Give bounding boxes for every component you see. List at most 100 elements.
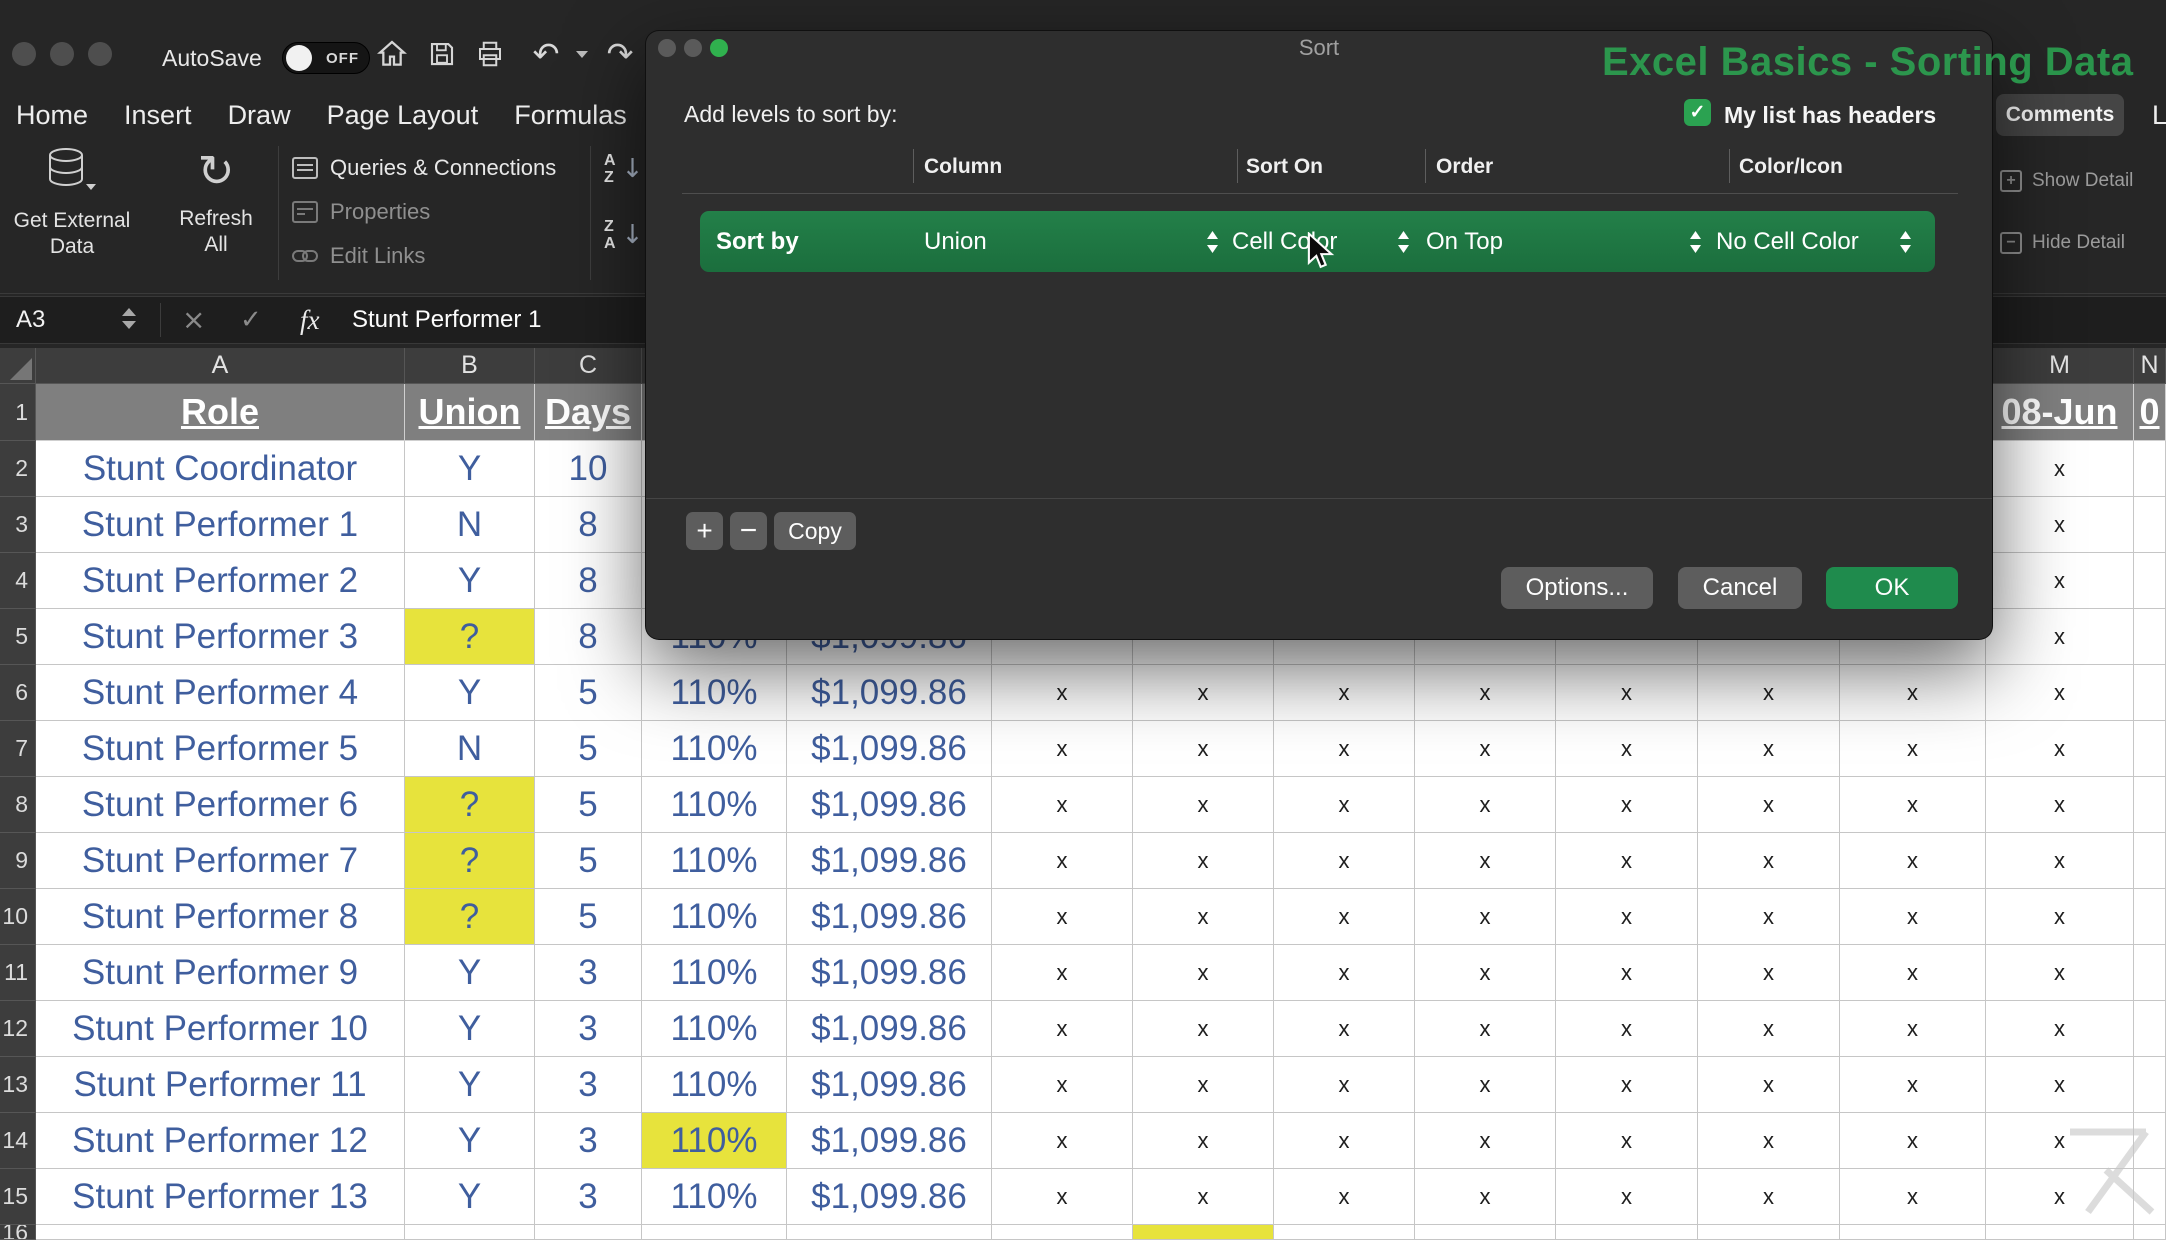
cell-schedule[interactable]: x — [1986, 665, 2134, 721]
cell-role[interactable]: Stunt Performer 8 — [36, 889, 405, 945]
row-header[interactable]: 8 — [0, 777, 36, 833]
cell-schedule[interactable]: x — [1698, 889, 1840, 945]
cell-schedule[interactable]: x — [1556, 889, 1698, 945]
cell-role[interactable]: Stunt Performer 9 — [36, 945, 405, 1001]
cell-days[interactable]: 8 — [535, 609, 642, 665]
sort-descending-button[interactable]: ZA ↓ — [604, 218, 643, 252]
row-header[interactable]: 16 — [0, 1225, 36, 1240]
cell-schedule[interactable]: x — [1698, 1057, 1840, 1113]
cell-schedule[interactable]: x — [1133, 721, 1274, 777]
options-button[interactable]: Options... — [1501, 567, 1653, 609]
sort-ascending-button[interactable]: AZ ↓ — [604, 152, 643, 186]
cell-days[interactable]: 5 — [535, 665, 642, 721]
cell-schedule[interactable]: x — [992, 889, 1133, 945]
cell-days[interactable]: 5 — [535, 833, 642, 889]
cell-schedule[interactable]: x — [1698, 1169, 1840, 1225]
cell-rate[interactable]: 110% — [642, 1113, 787, 1169]
cell-schedule[interactable]: x — [1840, 777, 1986, 833]
cell-schedule[interactable]: x — [1986, 1057, 2134, 1113]
cell-schedule[interactable]: x — [1698, 721, 1840, 777]
cell-fee[interactable]: $1,099.86 — [787, 1113, 992, 1169]
cell[interactable] — [2134, 889, 2166, 945]
cell-union[interactable]: Y — [405, 1057, 535, 1113]
color-icon-stepper-icon[interactable] — [1688, 229, 1703, 255]
cell-days[interactable]: 3 — [535, 1001, 642, 1057]
cell-days[interactable]: 3 — [535, 945, 642, 1001]
cell-schedule[interactable]: x — [1415, 1001, 1556, 1057]
cell-schedule[interactable]: x — [1986, 497, 2134, 553]
cell-schedule[interactable]: x — [1133, 945, 1274, 1001]
cell-schedule[interactable]: x — [992, 665, 1133, 721]
home-button[interactable] — [374, 36, 410, 72]
cell-role[interactable]: Stunt Performer 2 — [36, 553, 405, 609]
cell-rate[interactable]: 110% — [642, 1057, 787, 1113]
cell-union[interactable]: ? — [405, 777, 535, 833]
cell[interactable] — [2134, 945, 2166, 1001]
cell-fee[interactable]: $1,099.86 — [787, 889, 992, 945]
cell-schedule[interactable]: x — [1556, 945, 1698, 1001]
header-cell-days[interactable]: Days — [535, 384, 642, 441]
cell-rate[interactable]: 110% — [642, 1001, 787, 1057]
row-header[interactable]: 6 — [0, 665, 36, 721]
cell-schedule[interactable]: x — [1840, 665, 1986, 721]
tab-partial[interactable]: L — [2152, 100, 2166, 131]
cell-schedule[interactable]: x — [1274, 833, 1415, 889]
row-header[interactable]: 15 — [0, 1169, 36, 1225]
cell[interactable] — [2134, 833, 2166, 889]
cell-schedule[interactable]: x — [1415, 889, 1556, 945]
row-header[interactable]: 13 — [0, 1057, 36, 1113]
cell-role[interactable]: Stunt Performer 1 — [36, 497, 405, 553]
cell-union[interactable]: N — [405, 497, 535, 553]
order-stepper-icon[interactable] — [1396, 229, 1411, 255]
cell-days[interactable]: 3 — [535, 1113, 642, 1169]
header-cell-role[interactable]: Role — [36, 384, 405, 441]
cell-role[interactable]: Stunt Performer 4 — [36, 665, 405, 721]
cell-schedule[interactable]: x — [1556, 665, 1698, 721]
formula-input[interactable]: Stunt Performer 1 — [352, 297, 541, 343]
cell-schedule[interactable]: x — [1274, 945, 1415, 1001]
row-header[interactable]: 4 — [0, 553, 36, 609]
cell[interactable] — [535, 1225, 642, 1240]
order-dropdown[interactable]: On Top — [1426, 211, 1503, 272]
cell-role[interactable]: Stunt Performer 12 — [36, 1113, 405, 1169]
cell-schedule[interactable]: x — [1840, 833, 1986, 889]
cell[interactable] — [1840, 1225, 1986, 1240]
copy-level-button[interactable]: Copy — [774, 512, 856, 550]
column-header[interactable]: M — [1986, 348, 2134, 384]
cell-role[interactable]: Stunt Coordinator — [36, 441, 405, 497]
cell-schedule[interactable]: x — [1556, 1113, 1698, 1169]
row-header[interactable]: 5 — [0, 609, 36, 665]
column-header[interactable]: N — [2134, 348, 2166, 384]
cell-days[interactable]: 5 — [535, 721, 642, 777]
cell-schedule[interactable]: x — [1274, 1113, 1415, 1169]
cell-union[interactable]: N — [405, 721, 535, 777]
cell-days[interactable]: 8 — [535, 497, 642, 553]
cell[interactable] — [2134, 1225, 2166, 1240]
row-header[interactable]: 7 — [0, 721, 36, 777]
name-box-stepper[interactable] — [122, 308, 136, 329]
cell[interactable] — [1556, 1225, 1698, 1240]
cell-schedule[interactable]: x — [1698, 1001, 1840, 1057]
cell-schedule[interactable]: x — [1840, 1057, 1986, 1113]
header-cell-union[interactable]: Union — [405, 384, 535, 441]
cell-schedule[interactable]: x — [1133, 777, 1274, 833]
ok-button[interactable]: OK — [1826, 567, 1958, 609]
cell-schedule[interactable]: x — [1133, 1057, 1274, 1113]
cell-days[interactable]: 3 — [535, 1057, 642, 1113]
cell-union[interactable]: ? — [405, 609, 535, 665]
cell-schedule[interactable]: x — [1556, 721, 1698, 777]
cell[interactable] — [2134, 609, 2166, 665]
cell[interactable] — [1415, 1225, 1556, 1240]
row-header[interactable]: 1 — [0, 384, 36, 441]
cell-schedule[interactable]: x — [1986, 553, 2134, 609]
close-window-button[interactable] — [12, 42, 36, 66]
cell[interactable] — [2134, 777, 2166, 833]
cell[interactable] — [2134, 441, 2166, 497]
zoom-window-button[interactable] — [88, 42, 112, 66]
cell-schedule[interactable]: x — [1986, 441, 2134, 497]
cell-union[interactable]: Y — [405, 1169, 535, 1225]
cell-schedule[interactable]: x — [992, 721, 1133, 777]
cell-union[interactable]: Y — [405, 553, 535, 609]
cell-fee[interactable]: $1,099.86 — [787, 777, 992, 833]
cell-rate[interactable]: 110% — [642, 665, 787, 721]
